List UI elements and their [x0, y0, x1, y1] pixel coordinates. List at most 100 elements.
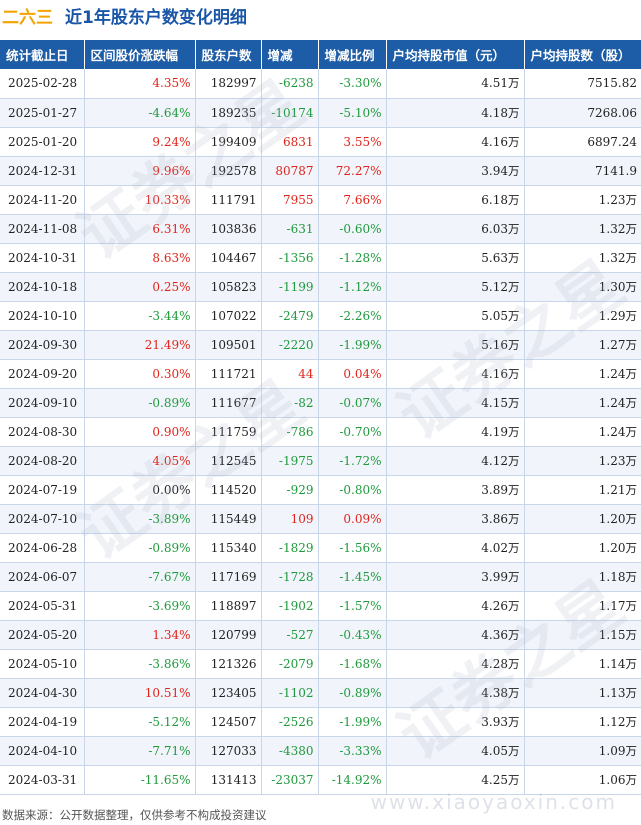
unit-wan: 万 — [625, 656, 638, 671]
unit-wan: 万 — [508, 366, 520, 381]
cell-date: 2024-11-08 — [0, 214, 85, 244]
cell-holders: 111721 — [195, 359, 262, 389]
cell-avg-value: 6.18万 — [386, 185, 525, 215]
cell-change: -1902 — [261, 591, 319, 621]
unit-wan: 万 — [508, 163, 520, 178]
cell-price-change: 21.49% — [84, 330, 196, 360]
cell-avg-shares: 1.24万 — [524, 388, 641, 418]
unit-wan: 万 — [508, 540, 520, 555]
cell-avg-value: 3.86万 — [386, 504, 525, 534]
unit-wan: 万 — [625, 598, 638, 613]
cell-change-ratio: -0.80% — [318, 475, 387, 505]
unit-wan: 万 — [508, 598, 520, 613]
cell-price-change: 4.35% — [84, 69, 196, 99]
cell-change: -1102 — [261, 678, 319, 708]
unit-wan: 万 — [508, 685, 520, 700]
unit-wan: 万 — [508, 134, 520, 149]
cell-date: 2024-08-20 — [0, 446, 85, 476]
unit-wan: 万 — [508, 482, 520, 497]
cell-change-ratio: -0.70% — [318, 417, 387, 447]
cell-change: -929 — [261, 475, 319, 505]
cell-change: -2479 — [261, 301, 319, 331]
cell-holders: 127033 — [195, 736, 262, 766]
cell-date: 2024-04-19 — [0, 707, 85, 737]
unit-wan: 万 — [508, 569, 520, 584]
cell-holders: 107022 — [195, 301, 262, 331]
cell-date: 2024-07-19 — [0, 475, 85, 505]
cell-avg-shares: 7141.9 — [524, 156, 641, 186]
cell-avg-value: 6.03万 — [386, 214, 525, 244]
cell-holders: 124507 — [195, 707, 262, 737]
cell-change-ratio: -1.99% — [318, 330, 387, 360]
table-row: 2024-06-07 -7.67% 117169 -1728 -1.45% 3.99万 1.… — [0, 562, 641, 592]
cell-change: 7955 — [261, 185, 319, 215]
unit-wan: 万 — [625, 627, 638, 642]
cell-avg-shares: 1.23万 — [524, 185, 641, 215]
unit-wan: 万 — [625, 685, 638, 700]
unit-wan: 万 — [508, 105, 520, 120]
cell-change-ratio: -0.89% — [318, 678, 387, 708]
cell-avg-value: 3.94万 — [386, 156, 525, 186]
cell-avg-value: 4.16万 — [386, 127, 525, 157]
unit-wan: 万 — [625, 279, 638, 294]
cell-avg-value: 4.51万 — [386, 69, 525, 99]
cell-avg-shares: 1.12万 — [524, 707, 641, 737]
cell-avg-shares: 6897.24 — [524, 127, 641, 157]
cell-avg-shares: 1.24万 — [524, 417, 641, 447]
cell-change-ratio: -1.12% — [318, 272, 387, 302]
table-header-row: 统计截止日 区间股价涨跌幅 股东户数 增减 增减比例 户均持股市值（元） 户均持… — [0, 40, 641, 69]
cell-price-change: 10.51% — [84, 678, 196, 708]
title-bar: 二六三 近1年股东户数变化明细 — [0, 0, 641, 30]
cell-date: 2024-09-30 — [0, 330, 85, 360]
cell-avg-value: 5.12万 — [386, 272, 525, 302]
table-body: 2025-02-28 4.35% 182997 -6238 -3.30% 4.51万 751… — [0, 69, 641, 795]
cell-holders: 111759 — [195, 417, 262, 447]
cell-date: 2024-09-10 — [0, 388, 85, 418]
cell-avg-shares: 1.20万 — [524, 504, 641, 534]
cell-price-change: -3.89% — [84, 504, 196, 534]
cell-change: -2526 — [261, 707, 319, 737]
cell-avg-shares: 1.20万 — [524, 533, 641, 563]
unit-wan: 万 — [508, 250, 520, 265]
cell-avg-value: 5.05万 — [386, 301, 525, 331]
cell-change: -4380 — [261, 736, 319, 766]
cell-change-ratio: 3.55% — [318, 127, 387, 157]
cell-price-change: 10.33% — [84, 185, 196, 215]
unit-wan: 万 — [508, 192, 520, 207]
cell-date: 2024-03-31 — [0, 765, 85, 795]
cell-avg-value: 4.02万 — [386, 533, 525, 563]
cell-change-ratio: -1.72% — [318, 446, 387, 476]
cell-avg-value: 4.12万 — [386, 446, 525, 476]
unit-wan: 万 — [508, 453, 520, 468]
cell-holders: 118897 — [195, 591, 262, 621]
table-row: 2024-09-10 -0.89% 111677 -82 -0.07% 4.15万 1.24… — [0, 388, 641, 418]
cell-holders: 120799 — [195, 620, 262, 650]
cell-holders: 121326 — [195, 649, 262, 679]
cell-avg-value: 3.89万 — [386, 475, 525, 505]
cell-change-ratio: -1.68% — [318, 649, 387, 679]
unit-wan: 万 — [508, 424, 520, 439]
cell-date: 2024-11-20 — [0, 185, 85, 215]
unit-wan: 万 — [625, 395, 638, 410]
cell-change: -1356 — [261, 243, 319, 273]
shareholder-table: 统计截止日 区间股价涨跌幅 股东户数 增减 增减比例 户均持股市值（元） 户均持… — [0, 40, 641, 795]
cell-date: 2024-12-31 — [0, 156, 85, 186]
cell-change-ratio: -0.43% — [318, 620, 387, 650]
cell-change-ratio: -0.60% — [318, 214, 387, 244]
cell-date: 2024-10-18 — [0, 272, 85, 302]
cell-price-change: -0.89% — [84, 533, 196, 563]
table-row: 2024-11-08 6.31% 103836 -631 -0.60% 6.03万 1.32… — [0, 214, 641, 244]
unit-wan: 万 — [508, 279, 520, 294]
table-row: 2024-08-30 0.90% 111759 -786 -0.70% 4.19万 1.24… — [0, 417, 641, 447]
cell-change-ratio: -3.33% — [318, 736, 387, 766]
col-header-date: 统计截止日 — [0, 40, 85, 69]
cell-avg-value: 4.26万 — [386, 591, 525, 621]
col-header-change-ratio: 增减比例 — [318, 40, 387, 69]
cell-change-ratio: 0.09% — [318, 504, 387, 534]
table-row: 2024-07-10 -3.89% 115449 109 0.09% 3.86万 1.20万 — [0, 504, 641, 534]
cell-avg-shares: 1.30万 — [524, 272, 641, 302]
cell-avg-shares: 1.21万 — [524, 475, 641, 505]
cell-price-change: 6.31% — [84, 214, 196, 244]
cell-holders: 115340 — [195, 533, 262, 563]
cell-holders: 104467 — [195, 243, 262, 273]
